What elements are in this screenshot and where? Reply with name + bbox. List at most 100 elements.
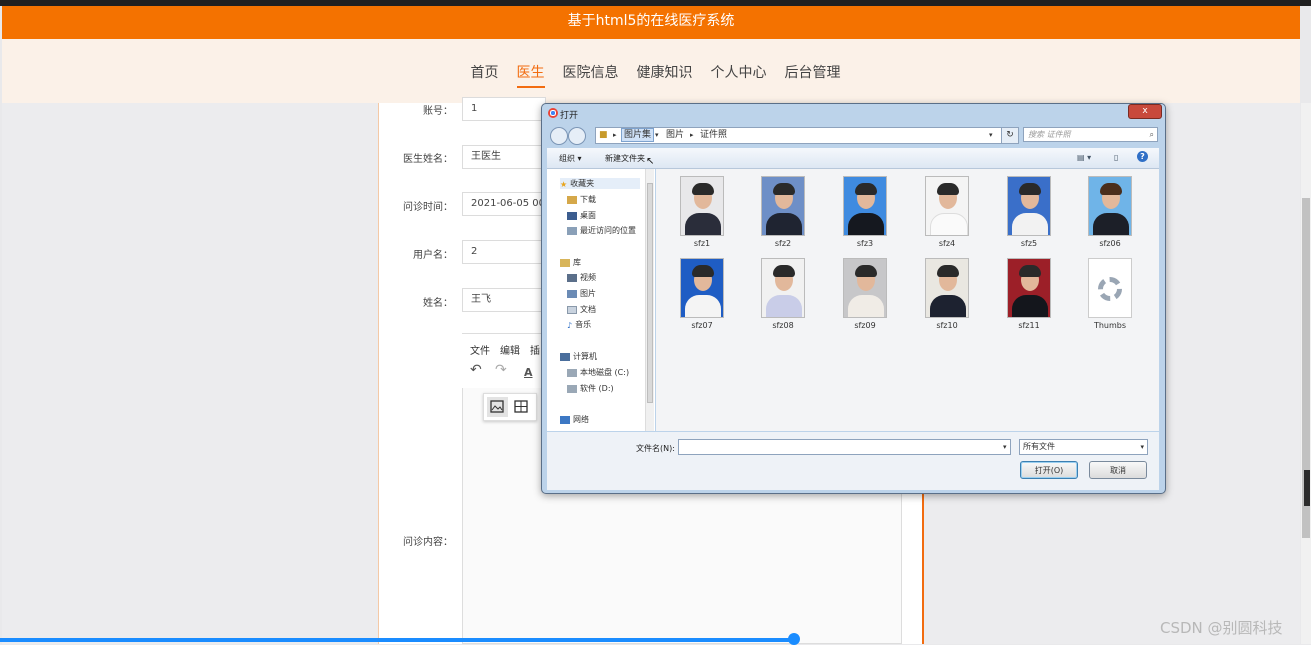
- view-options-icon[interactable]: ▤ ▾: [1077, 153, 1091, 162]
- video-progress-handle[interactable]: [788, 633, 800, 645]
- file-name: sfz4: [938, 239, 956, 248]
- file-item[interactable]: Thumbs: [1080, 258, 1140, 330]
- breadcrumb-pictures[interactable]: 图片: [666, 128, 684, 142]
- file-item[interactable]: sfz3: [835, 176, 895, 248]
- editor-menu-file[interactable]: 文件: [470, 346, 490, 357]
- open-button[interactable]: 打开(O): [1020, 461, 1078, 479]
- file-item[interactable]: sfz4: [917, 176, 977, 248]
- disk-icon: [567, 384, 577, 393]
- nav-recent-label: 最近访问的位置: [580, 226, 636, 235]
- help-icon[interactable]: ?: [1137, 151, 1148, 162]
- file-item[interactable]: sfz1: [672, 176, 732, 248]
- address-dropdown-icon[interactable]: ▾: [989, 128, 993, 142]
- music-icon: ♪: [567, 320, 573, 330]
- forward-button[interactable]: [568, 127, 586, 145]
- file-item[interactable]: sfz5: [999, 176, 1059, 248]
- nav-documents[interactable]: 文档: [567, 304, 596, 315]
- search-icon: ⌕: [1149, 130, 1154, 139]
- file-item[interactable]: sfz06: [1080, 176, 1140, 248]
- preview-pane-icon[interactable]: ▯: [1114, 153, 1118, 162]
- editor-popup-icons: [487, 397, 528, 417]
- nav-drive-d[interactable]: 软件 (D:): [567, 383, 614, 394]
- video-progress-bar[interactable]: [0, 638, 795, 642]
- refresh-button[interactable]: ↻: [1001, 127, 1019, 144]
- photo-thumbnail: [843, 176, 887, 236]
- download-folder-icon: [567, 195, 577, 204]
- undo-icon[interactable]: ↶: [470, 362, 482, 378]
- editor-menubar: 文件 编辑插: [470, 342, 550, 357]
- file-item[interactable]: sfz08: [753, 258, 813, 330]
- dialog-title: 打开: [560, 111, 579, 121]
- watermark: CSDN @别圆科技: [1160, 619, 1283, 637]
- editor-menu-edit[interactable]: 编辑: [500, 346, 520, 357]
- photo-thumbnail: [761, 258, 805, 318]
- navigation-pane-scrollbar[interactable]: [645, 169, 654, 431]
- nav-libraries-label: 库: [573, 258, 581, 267]
- username-label: 用户名：: [413, 250, 453, 261]
- account-field[interactable]: 1: [462, 97, 546, 121]
- gear-icon: [1098, 277, 1122, 301]
- chevron-down-icon[interactable]: ▾: [655, 128, 659, 142]
- file-item[interactable]: sfz2: [753, 176, 813, 248]
- file-name: sfz06: [1099, 239, 1121, 248]
- nav-libraries[interactable]: 库: [560, 257, 581, 268]
- nav-desktop[interactable]: 桌面: [567, 210, 596, 221]
- search-placeholder: 搜索 证件照: [1028, 130, 1071, 139]
- font-color-icon[interactable]: A: [524, 366, 533, 379]
- filename-input[interactable]: [678, 439, 1011, 455]
- visit-time-label: 问诊时间：: [403, 202, 453, 213]
- nav-health-knowledge[interactable]: 健康知识: [637, 62, 693, 86]
- breadcrumb-id-photos[interactable]: 证件照: [700, 128, 727, 142]
- username-field[interactable]: 2: [462, 240, 546, 264]
- chevron-right-icon: ▸: [613, 131, 617, 139]
- nav-home[interactable]: 首页: [471, 62, 499, 86]
- file-name: sfz5: [1020, 239, 1038, 248]
- nav-personal-center[interactable]: 个人中心: [711, 62, 767, 86]
- nav-computer[interactable]: 计算机: [560, 351, 597, 362]
- name-label: 姓名：: [423, 298, 453, 309]
- nav-downloads[interactable]: 下载: [567, 194, 596, 205]
- visit-time-field[interactable]: 2021-06-05 00:0: [462, 192, 546, 216]
- dialog-close-button[interactable]: x: [1128, 104, 1162, 119]
- cancel-button[interactable]: 取消: [1089, 461, 1147, 479]
- back-button[interactable]: [550, 127, 568, 145]
- file-item[interactable]: sfz11: [999, 258, 1059, 330]
- nav-music[interactable]: ♪ 音乐: [567, 319, 591, 330]
- photo-thumbnail: [680, 258, 724, 318]
- video-icon: [567, 273, 577, 282]
- mouse-cursor-icon: ↖: [646, 156, 655, 167]
- doctor-name-field[interactable]: 王医生: [462, 145, 546, 169]
- nav-doctor[interactable]: 医生: [516, 62, 545, 88]
- photo-thumbnail: [925, 176, 969, 236]
- nav-pictures[interactable]: 图片: [567, 288, 596, 299]
- main-nav: 首页 医生 医院信息 健康知识 个人中心 后台管理: [0, 62, 1311, 88]
- nav-hospital-info[interactable]: 医院信息: [563, 62, 619, 86]
- nav-network[interactable]: 网络: [560, 414, 589, 425]
- navigation-pane: ★ 收藏夹 下载 桌面 最近访问的位置 库 视频 图片 文档 ♪ 音乐 计算机 本地…: [547, 169, 655, 431]
- address-bar[interactable]: ■ ▸ 图片集 ▾ 图片 ▸ 证件照 ▾: [595, 127, 1002, 144]
- file-item[interactable]: sfz09: [835, 258, 895, 330]
- file-item[interactable]: sfz10: [917, 258, 977, 330]
- new-folder-button[interactable]: 新建文件夹: [605, 153, 645, 164]
- search-input[interactable]: 搜索 证件照 ⌕: [1023, 127, 1158, 142]
- nav-favorites[interactable]: ★ 收藏夹: [560, 178, 640, 189]
- nav-documents-label: 文档: [580, 305, 596, 314]
- filetype-select[interactable]: 所有文件 ▾: [1019, 439, 1148, 455]
- nav-recent[interactable]: 最近访问的位置: [567, 225, 636, 236]
- nav-drive-c[interactable]: 本地磁盘 (C:): [567, 367, 629, 378]
- photo-thumbnail: [843, 258, 887, 318]
- nav-admin[interactable]: 后台管理: [785, 62, 841, 86]
- file-item[interactable]: sfz07: [672, 258, 732, 330]
- redo-icon[interactable]: ↷: [495, 362, 507, 378]
- settings-file-icon: [1088, 258, 1132, 318]
- name-field[interactable]: 王飞: [462, 288, 546, 312]
- content-label: 问诊内容：: [403, 537, 453, 548]
- navigation-pane-scroll-thumb[interactable]: [647, 183, 653, 403]
- filename-dropdown-icon[interactable]: ▾: [1003, 443, 1007, 451]
- nav-videos[interactable]: 视频: [567, 272, 596, 283]
- organize-menu[interactable]: 组织 ▾: [559, 153, 582, 164]
- breadcrumb-pictures-collection[interactable]: 图片集: [621, 128, 655, 142]
- editor-menu-insert[interactable]: 插: [530, 346, 540, 357]
- nav-drive-c-label: 本地磁盘 (C:): [580, 368, 630, 377]
- nav-downloads-label: 下载: [580, 195, 596, 204]
